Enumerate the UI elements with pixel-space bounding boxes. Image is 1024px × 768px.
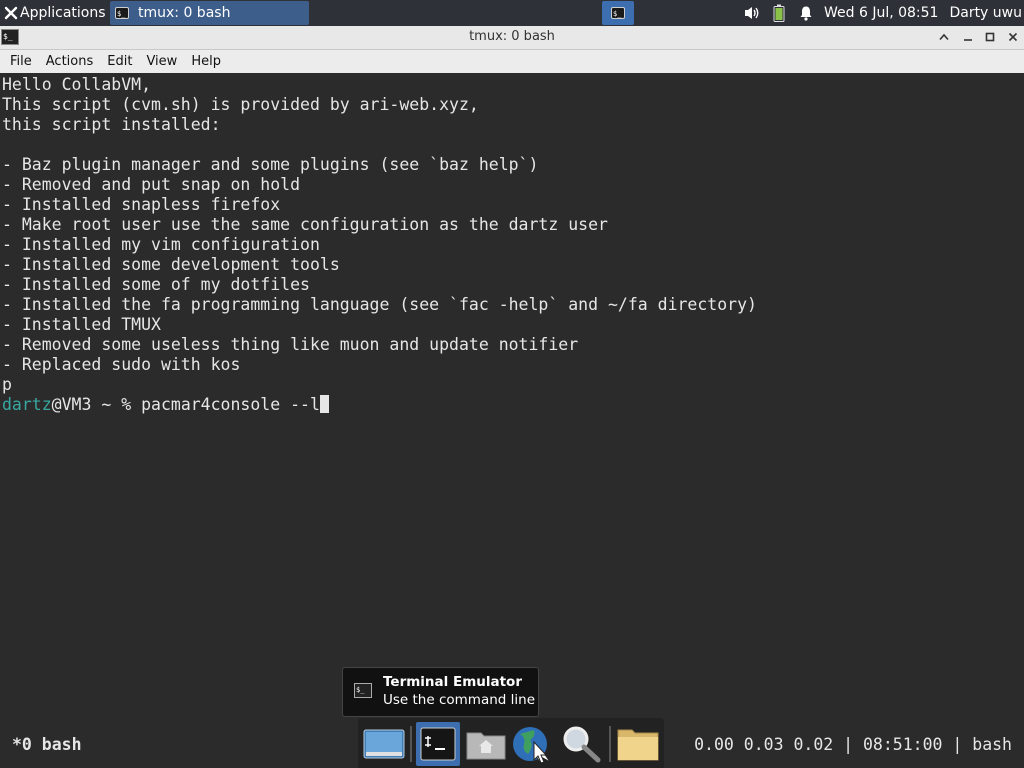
close-icon [1008, 32, 1018, 42]
terminal-output[interactable]: Hello CollabVM, This script (cvm.sh) is … [0, 75, 1024, 720]
top-panel: Applications $_ tmux: 0 bash $_ Wed 6 Ju… [0, 0, 1024, 26]
applications-label: Applications [20, 5, 106, 21]
terminal-line: Hello CollabVM, [2, 75, 152, 94]
menu-view[interactable]: View [139, 54, 184, 69]
window-title: tmux: 0 bash [469, 29, 555, 44]
menu-help[interactable]: Help [184, 54, 228, 69]
terminal-line: - Removed and put snap on hold [2, 175, 301, 194]
minimize-button[interactable] [958, 28, 978, 46]
show-desktop-button[interactable] [362, 722, 406, 766]
prompt-host: @VM3 ~ % [51, 395, 142, 414]
files-icon [617, 729, 659, 761]
clock[interactable]: Wed 6 Jul, 08:51 [824, 5, 938, 21]
dock-separator [410, 726, 412, 762]
terminal-line: - Installed some development tools [2, 255, 340, 274]
chevron-up-icon [939, 33, 949, 41]
notification-bell-icon[interactable] [797, 4, 815, 22]
shade-button[interactable] [934, 28, 954, 46]
terminal-line: - Installed snapless firefox [2, 195, 281, 214]
files-launcher[interactable] [616, 722, 660, 766]
system-tray: Wed 6 Jul, 08:51 Darty uwu [743, 0, 1024, 26]
workspace-switcher[interactable]: $_ [602, 1, 634, 25]
close-button[interactable] [1003, 28, 1023, 46]
terminal-line: - Installed TMUX [2, 315, 161, 334]
xfce-icon [4, 6, 18, 20]
terminal-line: - Installed some of my dotfiles [2, 275, 310, 294]
tooltip-title: Terminal Emulator [383, 674, 522, 690]
terminal-line: This script (cvm.sh) is provided by ari-… [2, 95, 479, 114]
terminal-icon: $_ [611, 7, 625, 19]
taskbar-window-label: tmux: 0 bash [138, 5, 231, 21]
tooltip-subtitle: Use the command line [383, 692, 535, 708]
terminal-line: - Make root user use the same configurat… [2, 215, 608, 234]
tmux-window-label[interactable]: *0 bash [12, 735, 82, 754]
terminal-prompt-line[interactable]: dartz@VM3 ~ % pacmar4console --l [2, 395, 329, 415]
web-browser-icon [513, 727, 551, 764]
maximize-icon [985, 32, 995, 42]
menu-actions[interactable]: Actions [39, 54, 101, 69]
tmux-status-right: 0.00 0.03 0.02 | 08:51:00 | bash [694, 735, 1012, 754]
volume-icon[interactable] [743, 4, 761, 22]
text-cursor [319, 395, 329, 413]
show-desktop-icon [363, 729, 405, 759]
launcher-tooltip: $_ Terminal Emulator Use the command lin… [342, 667, 539, 717]
maximize-button[interactable] [980, 28, 1000, 46]
command-input[interactable]: pacmar4console --l [141, 395, 320, 414]
battery-icon[interactable] [770, 4, 788, 22]
menu-edit[interactable]: Edit [100, 54, 139, 69]
menu-file[interactable]: File [0, 54, 39, 69]
terminal-line: - Installed my vim configuration [2, 235, 320, 254]
home-folder-launcher[interactable] [464, 722, 508, 766]
terminal-icon [420, 727, 456, 761]
menu-bar: File Actions Edit View Help [0, 50, 1024, 73]
search-launcher[interactable] [560, 722, 604, 766]
search-icon [563, 726, 601, 763]
dock [358, 718, 664, 768]
dock-separator [609, 726, 611, 762]
terminal-launcher[interactable] [416, 722, 460, 766]
terminal-icon: $_ [354, 683, 372, 698]
terminal-line: p [2, 375, 12, 394]
terminal-icon: $_ [115, 7, 129, 19]
home-folder-icon [466, 732, 506, 760]
user-menu[interactable]: Darty uwu [949, 5, 1022, 21]
terminal-line: - Installed the fa programming language … [2, 295, 757, 314]
terminal-line: - Baz plugin manager and some plugins (s… [2, 155, 539, 174]
prompt-user: dartz [2, 395, 52, 414]
terminal-line: - Replaced sudo with kos [2, 355, 241, 374]
minimize-icon [964, 39, 972, 41]
applications-menu[interactable]: Applications [0, 0, 108, 26]
web-browser-launcher[interactable] [512, 722, 556, 766]
terminal-line: - Removed some useless thing like muon a… [2, 335, 579, 354]
terminal-line: this script installed: [2, 115, 221, 134]
taskbar-window-button[interactable]: $_ tmux: 0 bash [110, 1, 309, 25]
window-titlebar[interactable]: $_ tmux: 0 bash [0, 26, 1024, 50]
